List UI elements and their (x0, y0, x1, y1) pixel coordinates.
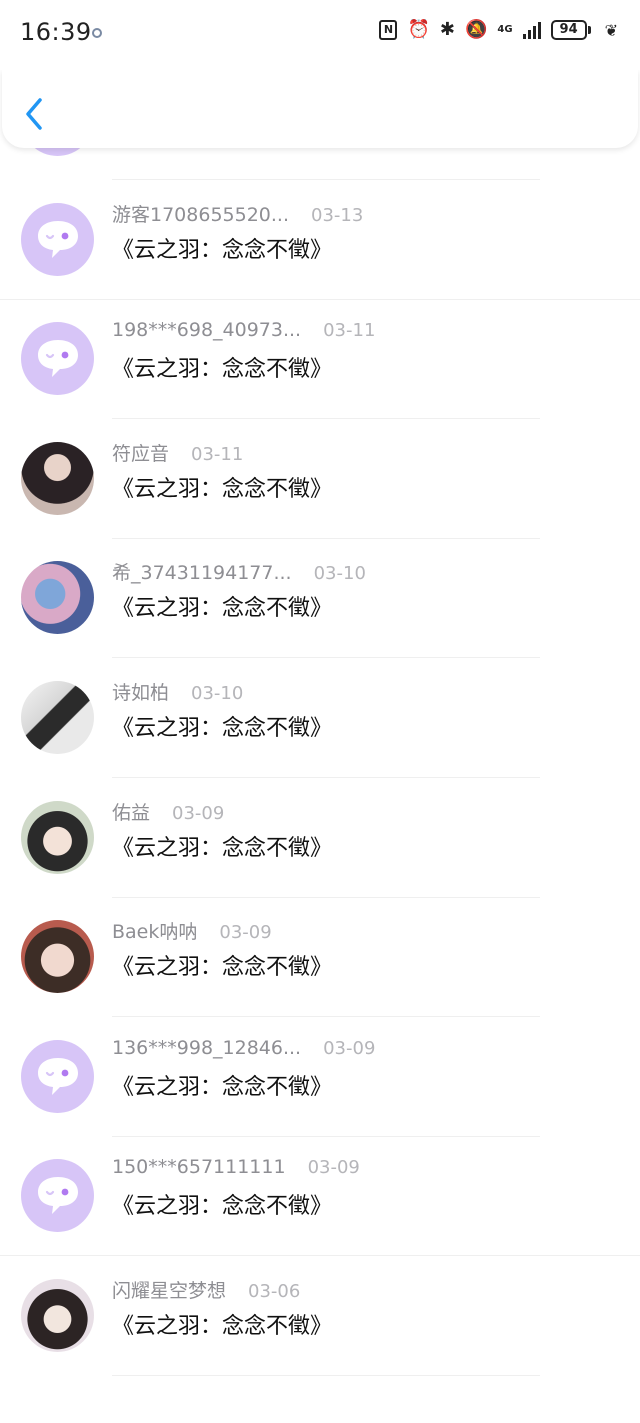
comment-meta: 佑益 03-09 (112, 798, 224, 825)
list-item[interactable]: 150***657111111 03-09 《云之羽：念念不徵》 (0, 1136, 640, 1257)
mute-icon: 🔕 (465, 19, 488, 40)
username[interactable]: 136***998_12846... (112, 1037, 301, 1059)
list-item[interactable]: 198***698_40973... 03-11 《云之羽：念念不徵》 (0, 299, 640, 420)
comment-meta: 136***998_12846... 03-09 (112, 1037, 375, 1059)
comment-content: 《云之羽：念念不徵》 (112, 835, 333, 861)
avatar[interactable] (21, 800, 94, 874)
list-item[interactable]: 游客1708655520... 03-13 《云之羽：念念不徵》 (0, 180, 640, 300)
location-icon (92, 28, 102, 38)
chat-bubble-icon (35, 1054, 81, 1100)
battery-level: 94 (550, 20, 587, 40)
list-item[interactable]: 闪耀星空梦想 03-06 《云之羽：念念不徵》 (0, 1256, 640, 1376)
comment-meta: 诗如柏 03-10 (112, 678, 243, 705)
username[interactable]: 150***657111111 (112, 1156, 286, 1178)
avatar[interactable] (21, 561, 94, 635)
avatar[interactable] (21, 920, 94, 994)
comment-content: 《云之羽：念念不徵》 (112, 596, 333, 622)
comment-date: 03-11 (323, 320, 376, 342)
avatar[interactable] (21, 1159, 94, 1233)
comment-date: 03-09 (323, 1037, 376, 1059)
list-item[interactable]: 诗如柏 03-10 《云之羽：念念不徵》 (0, 658, 640, 778)
comment-meta: 希_37431194177... 03-10 (112, 558, 366, 585)
comment-date: 03-09 (172, 802, 225, 824)
chat-bubble-icon (35, 1173, 81, 1219)
list-item[interactable]: 136***998_12846... 03-09 《云之羽：念念不徵》 (0, 1017, 640, 1137)
alarm-icon: ⏰ (407, 19, 430, 40)
nfc-icon: N (379, 20, 398, 40)
avatar[interactable] (21, 1279, 94, 1352)
username[interactable]: 希_37431194177... (112, 562, 292, 584)
comment-date: 03-10 (191, 683, 244, 704)
system-icons: N ⏰ ✱ 🔕 4G 94 ❦ (379, 20, 618, 40)
avatar[interactable] (21, 322, 94, 396)
back-button[interactable] (20, 96, 50, 132)
username[interactable]: 闪耀星空梦想 (112, 1280, 226, 1302)
avatar[interactable] (21, 441, 94, 515)
network-type: 4G (497, 24, 513, 35)
comment-content: 《云之羽：念念不徵》 (112, 955, 333, 981)
comment-meta: 闪耀星空梦想 03-06 (112, 1276, 300, 1303)
comment-content: 《云之羽：念念不徵》 (112, 1074, 333, 1100)
list-item[interactable]: 佑益 03-09 《云之羽：念念不徵》 (0, 778, 640, 898)
username[interactable]: 游客1708655520... (112, 204, 289, 226)
chat-bubble-icon (35, 217, 81, 263)
list-item[interactable]: 希_37431194177... 03-10 《云之羽：念念不徵》 (0, 538, 640, 659)
comment-meta: 198***698_40973... 03-11 (112, 319, 375, 341)
list-item[interactable]: Baek呐呐 03-09 《云之羽：念念不徵》 (0, 897, 640, 1018)
status-time: 16:39 (20, 18, 92, 46)
comment-content: 《云之羽：念念不徵》 (112, 476, 333, 502)
username[interactable]: 符应音 (112, 443, 169, 465)
comment-date: 03-10 (313, 563, 366, 585)
avatar[interactable] (21, 202, 94, 276)
comment-content: 《云之羽：念念不徵》 (112, 1314, 333, 1339)
username[interactable]: 诗如柏 (112, 682, 169, 704)
battery-icon: 94 (550, 20, 591, 40)
comment-meta: 符应音 03-11 (112, 439, 243, 466)
comment-content: 《云之羽：念念不徵》 (112, 357, 333, 383)
eco-leaf-icon: ❦ (604, 20, 618, 40)
comment-date: 03-13 (311, 204, 364, 226)
chevron-left-icon (26, 98, 42, 130)
username[interactable]: 198***698_40973... (112, 319, 301, 341)
comment-content: 《云之羽：念念不徵》 (112, 716, 333, 741)
top-bar (2, 70, 638, 148)
comment-meta: Baek呐呐 03-09 (112, 917, 272, 944)
username[interactable]: 佑益 (112, 802, 150, 824)
bluetooth-icon: ✱ (439, 19, 455, 40)
comment-content: 《云之羽：念念不徵》 (112, 237, 333, 263)
avatar[interactable] (21, 1039, 94, 1113)
comment-meta: 150***657111111 03-09 (112, 1156, 360, 1178)
comment-meta: 游客1708655520... 03-13 (112, 200, 363, 227)
comment-date: 03-09 (219, 922, 272, 944)
divider (112, 1375, 540, 1376)
comment-date: 03-11 (191, 443, 244, 465)
comment-date: 03-06 (248, 1281, 301, 1302)
avatar[interactable] (21, 681, 94, 754)
comment-content: 《云之羽：念念不徵》 (112, 1194, 333, 1220)
status-bar: 16:39 N ⏰ ✱ 🔕 4G 94 ❦ (0, 0, 640, 70)
signal-icon (522, 21, 541, 39)
username[interactable]: Baek呐呐 (112, 921, 197, 943)
chat-bubble-icon (35, 336, 81, 382)
list-item[interactable]: 符应音 03-11 《云之羽：念念不徵》 (0, 419, 640, 539)
comment-date: 03-09 (307, 1157, 360, 1179)
